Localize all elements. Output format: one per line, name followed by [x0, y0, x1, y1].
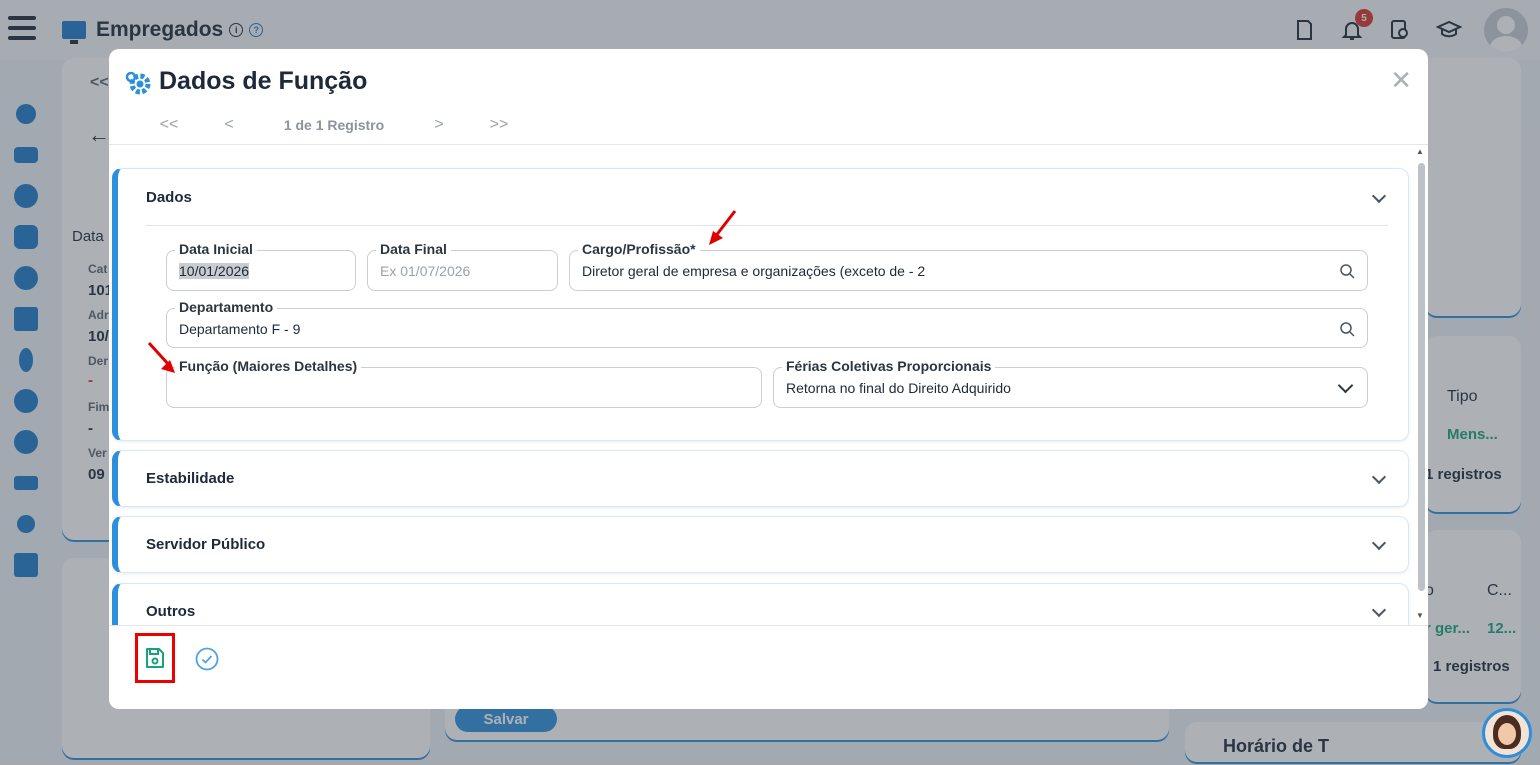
- section-servidor-title[interactable]: Servidor Público: [146, 536, 265, 553]
- ferias-coletivas-select[interactable]: Férias Coletivas Proporcionais Retorna n…: [773, 358, 1368, 408]
- section-servidor-publico[interactable]: Servidor Público: [112, 516, 1409, 573]
- departamento-value: Departamento F - 9: [179, 321, 301, 337]
- search-icon[interactable]: [1339, 321, 1355, 337]
- prev-record-button[interactable]: <: [199, 116, 259, 134]
- footer-divider: [109, 625, 1428, 626]
- record-count: 1 de 1 Registro: [283, 117, 385, 133]
- section-divider: [146, 225, 1388, 226]
- annotation-arrow-icon: [709, 210, 737, 245]
- scrollbar-thumb[interactable]: [1418, 163, 1425, 591]
- search-icon[interactable]: [1339, 263, 1355, 279]
- chevron-down-icon[interactable]: [1371, 469, 1387, 485]
- departamento-label: Departamento: [175, 299, 278, 315]
- close-icon[interactable]: ✕: [1390, 67, 1412, 93]
- data-final-label: Data Final: [376, 241, 451, 257]
- section-dados: Dados Data Inicial 10/01/2026 Data Final…: [112, 168, 1409, 441]
- section-estabilidade[interactable]: Estabilidade: [112, 450, 1409, 507]
- section-outros-title[interactable]: Outros: [146, 603, 195, 620]
- section-dados-title[interactable]: Dados: [146, 189, 192, 206]
- annotation-arrow-icon: [147, 341, 175, 373]
- modal-title: Dados de Função: [159, 67, 368, 95]
- chevron-down-icon[interactable]: [1337, 377, 1354, 394]
- data-final-field[interactable]: Data Final Ex 01/07/2026: [367, 241, 558, 291]
- data-inicial-label: Data Inicial: [175, 241, 257, 257]
- last-record-button[interactable]: >>: [469, 116, 529, 134]
- chevron-down-icon[interactable]: [1371, 535, 1387, 551]
- scroll-up-icon[interactable]: ▲: [1416, 147, 1424, 156]
- data-inicial-value: 10/01/2026: [179, 263, 250, 279]
- cargo-profissao-field[interactable]: Cargo/Profissão* Diretor geral de empres…: [569, 241, 1368, 291]
- scroll-down-icon[interactable]: ▼: [1416, 611, 1424, 620]
- save-icon: [146, 648, 164, 668]
- chevron-down-icon[interactable]: [1371, 188, 1387, 204]
- data-final-placeholder: Ex 01/07/2026: [380, 263, 471, 279]
- ferias-label: Férias Coletivas Proporcionais: [782, 358, 996, 374]
- first-record-button[interactable]: <<: [139, 116, 199, 134]
- assistant-avatar[interactable]: [1482, 708, 1532, 758]
- gear-icon: [125, 71, 151, 94]
- cargo-label: Cargo/Profissão*: [578, 241, 700, 257]
- chevron-down-icon[interactable]: [1371, 602, 1387, 618]
- modal-footer: [109, 626, 1428, 709]
- cargo-value: Diretor geral de empresa e organizações …: [582, 263, 926, 279]
- departamento-field[interactable]: Departamento Departamento F - 9: [166, 299, 1368, 348]
- header-divider: [109, 144, 1428, 145]
- section-estabilidade-title[interactable]: Estabilidade: [146, 470, 234, 487]
- save-button[interactable]: [135, 633, 175, 683]
- dados-funcao-modal: Dados de Função ✕ << < 1 de 1 Registro >…: [109, 49, 1428, 709]
- data-inicial-field[interactable]: Data Inicial 10/01/2026: [166, 241, 356, 291]
- next-record-button[interactable]: >: [409, 116, 469, 134]
- modal-header: Dados de Função: [125, 67, 367, 96]
- funcao-detalhes-field[interactable]: Função (Maiores Detalhes): [166, 358, 762, 408]
- confirm-check-icon[interactable]: [195, 647, 219, 671]
- funcao-label: Função (Maiores Detalhes): [175, 358, 362, 374]
- record-pager: << < 1 de 1 Registro > >>: [139, 116, 529, 134]
- ferias-value: Retorna no final do Direito Adquirido: [786, 380, 1011, 396]
